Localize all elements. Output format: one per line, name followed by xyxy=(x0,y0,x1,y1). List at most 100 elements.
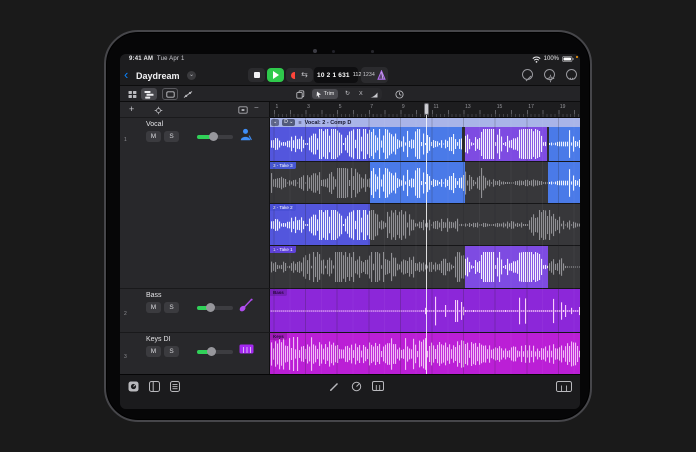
take-lane-label[interactable]: 1 - Take 1 xyxy=(270,246,296,253)
pencil-editor-button[interactable] xyxy=(329,381,340,392)
smart-controls-button[interactable] xyxy=(351,381,362,392)
list-editors-button[interactable] xyxy=(170,381,180,392)
mute-button[interactable]: M xyxy=(146,302,161,313)
take-list-icon: ≡ xyxy=(298,119,302,126)
volume-slider[interactable] xyxy=(197,132,233,141)
volume-slider[interactable] xyxy=(197,303,233,312)
track-number: 2 xyxy=(124,311,127,317)
track-settings-gear-icon[interactable] xyxy=(154,106,163,115)
fade-tool-icon[interactable] xyxy=(370,92,378,98)
piano-editor-button[interactable] xyxy=(372,381,384,391)
bass-region[interactable]: Bass xyxy=(270,288,580,332)
play-button[interactable] xyxy=(267,68,284,82)
battery-icon xyxy=(562,56,574,62)
snap-settings-button[interactable] xyxy=(392,88,406,100)
comp-waveform-lane[interactable] xyxy=(270,127,580,161)
playhead-handle[interactable] xyxy=(423,103,429,115)
collapse-track-headers-button[interactable]: − xyxy=(254,103,259,112)
comp-title: Vocal: 2 - Comp D xyxy=(304,119,352,126)
gear-icon xyxy=(546,74,554,82)
take-region[interactable] xyxy=(465,246,548,288)
mute-button[interactable]: M xyxy=(146,346,161,357)
automation-view-button[interactable] xyxy=(181,88,195,100)
split-tool-icon[interactable]: X xyxy=(359,91,363,97)
track-name-keys[interactable]: Keys DI xyxy=(146,336,171,343)
comp-segment[interactable] xyxy=(370,127,462,161)
keyboard-track-icon[interactable] xyxy=(239,344,254,354)
play-icon xyxy=(273,71,279,79)
stop-icon xyxy=(253,72,260,78)
solo-button[interactable]: S xyxy=(164,346,179,357)
stop-button[interactable] xyxy=(248,68,265,82)
ruler-bar-number: 5 xyxy=(338,104,342,110)
ellipsis-icon xyxy=(569,77,575,79)
comp-selector-button[interactable]: D ⌄ xyxy=(282,119,296,126)
keys-region[interactable]: Keys xyxy=(270,332,580,374)
tracks-view-button[interactable] xyxy=(141,88,157,100)
mic-in-use-indicator xyxy=(575,55,578,58)
track-zoom-icon[interactable] xyxy=(238,106,248,114)
front-camera-dot xyxy=(313,49,317,53)
loop-tool-icon[interactable]: ↻ xyxy=(345,90,350,97)
control-bar: ‹ Daydream ⌄ ⇆ 10 2 1 631 112,0 4/4 C xyxy=(120,64,580,86)
count-in-button[interactable]: 1234 xyxy=(363,72,375,78)
take-region[interactable] xyxy=(370,162,465,203)
comp-segment[interactable] xyxy=(270,127,370,161)
grid-icon xyxy=(128,90,136,98)
ruler-bar-number: 11 xyxy=(433,104,439,110)
metronome-icon[interactable] xyxy=(377,70,386,80)
mixer-button[interactable] xyxy=(128,381,139,392)
duplicate-button[interactable] xyxy=(293,88,307,100)
browser-button[interactable] xyxy=(149,381,160,392)
ruler-bar-number: 13 xyxy=(465,104,471,110)
browser-view-button[interactable] xyxy=(125,88,139,100)
comp-segment[interactable] xyxy=(549,127,580,161)
playhead-line[interactable] xyxy=(426,114,427,374)
ruler-bar-number: 17 xyxy=(528,104,534,110)
project-title[interactable]: Daydream xyxy=(136,71,180,81)
lcd-display[interactable]: 10 2 1 631 112,0 4/4 C maj xyxy=(314,67,375,83)
take-lane-label[interactable]: 3 - Take 3 xyxy=(270,162,296,169)
volume-slider[interactable] xyxy=(197,347,233,356)
ruler-bar-number: 9 xyxy=(401,104,405,110)
ruler-bar-number: 19 xyxy=(559,104,566,110)
tracks-icon xyxy=(144,90,154,99)
keys-region-label: Keys xyxy=(270,333,287,340)
trim-cursor-icon xyxy=(316,91,321,97)
battery-percentage: 100% xyxy=(543,56,559,62)
solo-button[interactable]: S xyxy=(164,302,179,313)
track-name-vocal[interactable]: Vocal xyxy=(146,121,163,128)
arrange-area: 1 3 5 7 9 11 13 15 17 19 ⌄ D ⌄ ≡ Vocal: 2 - Comp … xyxy=(270,102,580,374)
bass-guitar-track-icon[interactable] xyxy=(238,297,254,313)
more-options-button[interactable] xyxy=(566,69,577,80)
play-surface-keyboard-button[interactable] xyxy=(556,381,572,392)
comp-track-lane[interactable]: ⌄ D ⌄ ≡ Vocal: 2 - Comp D xyxy=(270,118,580,161)
take-lane-2[interactable]: 2 - Take 2 xyxy=(270,203,580,245)
region-icon xyxy=(165,90,175,98)
tuner-button[interactable] xyxy=(522,69,533,81)
take-folder-disclosure-button[interactable]: ⌄ xyxy=(271,119,280,126)
solo-button[interactable]: S xyxy=(164,131,179,142)
ruler-bar-number: 15 xyxy=(496,104,503,110)
ruler-bar-number: 1 xyxy=(275,104,279,110)
trim-tool-label: Trim xyxy=(323,91,335,97)
cycle-button[interactable]: ⇆ xyxy=(296,68,313,82)
take-lane-3[interactable]: 3 - Take 3 xyxy=(270,161,580,203)
take-lane-label[interactable]: 2 - Take 2 xyxy=(270,204,296,211)
trim-tool-button[interactable]: Trim xyxy=(312,89,338,99)
add-track-button[interactable]: + xyxy=(129,104,134,114)
snap-icon xyxy=(394,89,404,99)
take-lane-1[interactable]: 1 - Take 1 xyxy=(270,245,580,288)
regions-display-button[interactable] xyxy=(162,88,178,100)
vocalist-track-icon[interactable] xyxy=(240,128,252,141)
comp-segment[interactable] xyxy=(465,127,547,161)
take-folder-header: ⌄ D ⌄ ≡ Vocal: 2 - Comp D xyxy=(270,118,580,127)
mute-button[interactable]: M xyxy=(146,131,161,142)
desktop-background: 9:41 AM Tue Apr 1 100% ‹ Daydream ⌄ ⇆ 10… xyxy=(0,0,696,452)
track-name-bass[interactable]: Bass xyxy=(146,292,162,299)
copy-icon xyxy=(295,89,304,99)
back-chevron-button[interactable]: ‹ xyxy=(124,66,128,83)
project-menu-chevron-icon[interactable]: ⌄ xyxy=(187,71,196,80)
take-region[interactable] xyxy=(548,162,580,203)
settings-button[interactable] xyxy=(544,69,555,82)
